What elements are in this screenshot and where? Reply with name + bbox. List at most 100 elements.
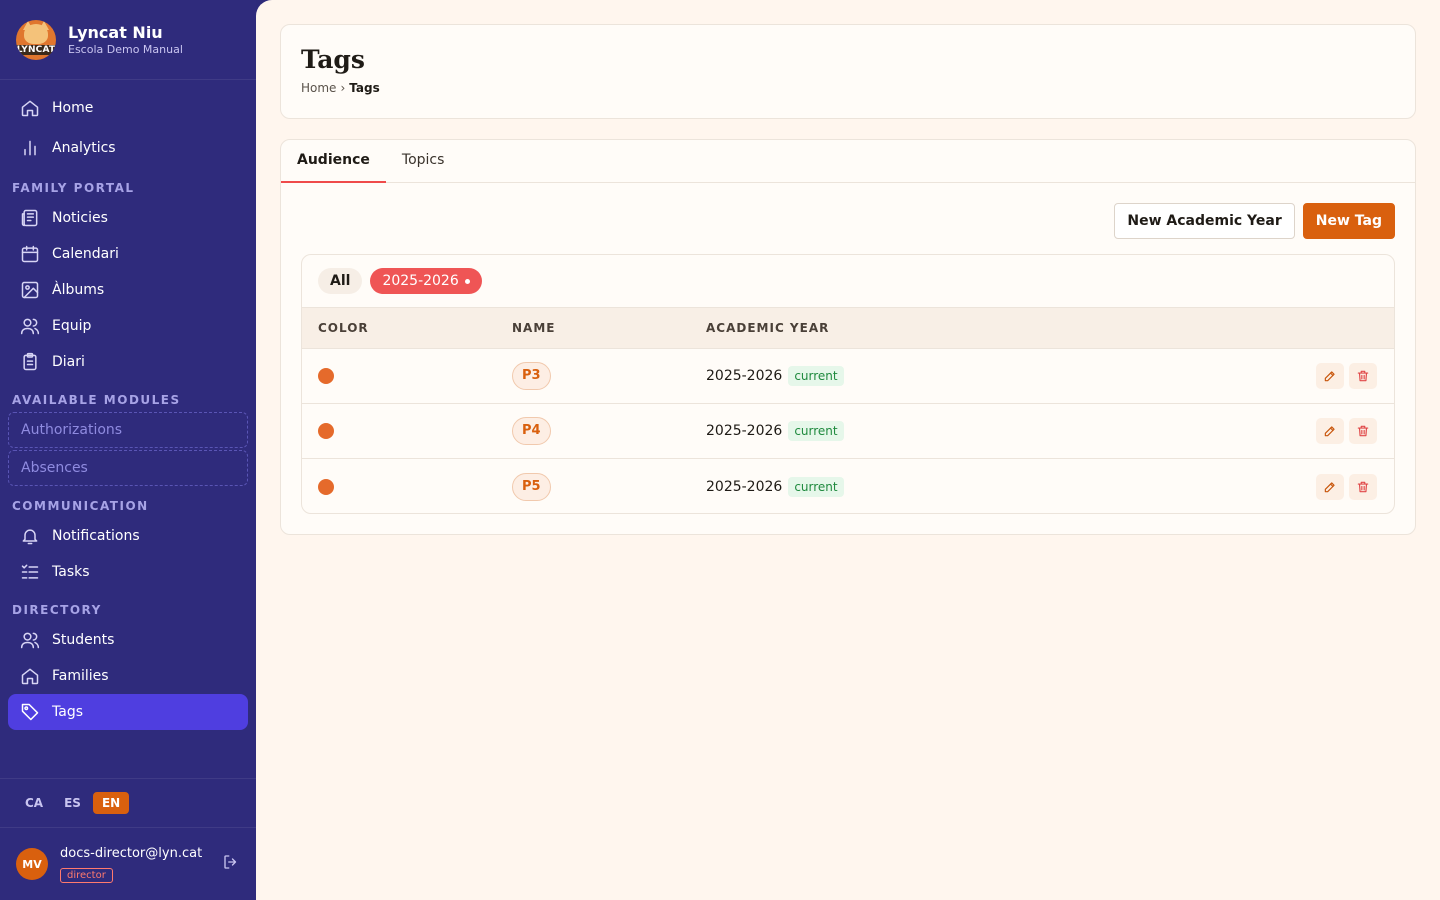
tags-table: All 2025-2026 COLOR NAME ACADEMIC YEAR P…: [301, 254, 1395, 514]
clipboard-icon: [23, 352, 37, 371]
bar-chart-icon: [24, 140, 36, 156]
bell-icon: [22, 529, 38, 545]
edit-button[interactable]: [1316, 363, 1344, 389]
edit-button[interactable]: [1316, 418, 1344, 444]
table-row: P5 2025-2026 current: [302, 459, 1394, 513]
filter-all-chip[interactable]: All: [318, 268, 363, 294]
filter-year-chip[interactable]: 2025-2026: [370, 268, 482, 294]
brand-subtitle: Escola Demo Manual: [68, 42, 183, 56]
sidebar-item-albums[interactable]: Àlbums: [8, 272, 248, 308]
calendar-icon: [21, 245, 39, 263]
active-dot-icon: [464, 278, 470, 284]
breadcrumb-home[interactable]: Home: [301, 81, 336, 95]
logout-button[interactable]: [222, 853, 240, 875]
user-panel: MV docs-director@lyn.cat director: [0, 828, 256, 900]
breadcrumb-current: Tags: [349, 81, 380, 95]
section-label-directory: DIRECTORY: [12, 603, 102, 617]
sidebar-item-label: Home: [52, 100, 94, 116]
filter-year-label: 2025-2026: [382, 273, 459, 289]
delete-button[interactable]: [1349, 418, 1377, 444]
sidebar-item-diari[interactable]: Diari: [8, 344, 248, 380]
home-icon: [21, 668, 39, 685]
users-icon: [20, 318, 40, 335]
sidebar-item-students[interactable]: Students: [8, 622, 248, 658]
table-row: P3 2025-2026 current: [302, 349, 1394, 404]
column-header-color: COLOR: [318, 321, 369, 335]
sidebar-item-noticies[interactable]: Noticies: [8, 200, 248, 236]
delete-button[interactable]: [1349, 363, 1377, 389]
lang-es[interactable]: ES: [55, 792, 90, 814]
role-badge: director: [60, 868, 113, 883]
sidebar-item-tags[interactable]: Tags: [8, 694, 248, 730]
current-badge: current: [788, 476, 844, 497]
module-absences[interactable]: Absences: [8, 450, 248, 486]
delete-button[interactable]: [1349, 473, 1377, 500]
home-icon: [21, 100, 39, 117]
sidebar-item-label: Tags: [52, 704, 83, 720]
current-badge: current: [788, 366, 844, 386]
sidebar-item-calendari[interactable]: Calendari: [8, 236, 248, 272]
brand[interactable]: LYNCAT Lyncat Niu Escola Demo Manual: [0, 0, 256, 80]
pencil-icon: [1324, 481, 1335, 492]
academic-year-value: 2025-2026: [706, 423, 783, 439]
table-header: COLOR NAME ACADEMIC YEAR: [302, 308, 1394, 349]
logout-icon: [224, 855, 237, 869]
sidebar-item-analytics[interactable]: Analytics: [8, 128, 248, 168]
table-row: P4 2025-2026 current: [302, 404, 1394, 459]
sidebar: LYNCAT Lyncat Niu Escola Demo Manual Hom…: [0, 0, 256, 900]
trash-icon: [1357, 425, 1369, 437]
tag-name-pill: P5: [512, 472, 551, 501]
tab-bar: Audience Topics: [281, 140, 1415, 183]
image-icon: [21, 281, 39, 299]
sidebar-nav: Home Analytics FAMILY PORTAL Noticies Ca…: [0, 80, 256, 730]
new-tag-button[interactable]: New Tag: [1302, 203, 1395, 239]
user-email: docs-director@lyn.cat: [60, 846, 203, 861]
users-icon: [20, 632, 40, 649]
tag-name-pill: P3: [512, 362, 551, 390]
academic-year-value: 2025-2026: [706, 478, 783, 495]
page-header: Tags Home › Tags: [280, 24, 1416, 119]
column-header-name: NAME: [512, 321, 556, 335]
checklist-icon: [21, 564, 39, 579]
sidebar-item-notifications[interactable]: Notifications: [8, 518, 248, 554]
sidebar-item-label: Equip: [52, 318, 92, 334]
sidebar-item-equip[interactable]: Equip: [8, 308, 248, 344]
module-authorizations[interactable]: Authorizations: [8, 412, 248, 448]
academic-year-value: 2025-2026: [706, 368, 783, 384]
trash-icon: [1357, 370, 1369, 382]
tag-icon: [21, 703, 39, 721]
sidebar-item-label: Students: [52, 632, 115, 648]
tab-audience[interactable]: Audience: [281, 140, 386, 183]
year-filter: All 2025-2026: [302, 255, 1394, 308]
section-label-family-portal: FAMILY PORTAL: [12, 181, 135, 195]
column-header-academic-year: ACADEMIC YEAR: [706, 321, 830, 335]
sidebar-item-families[interactable]: Families: [8, 658, 248, 694]
edit-button[interactable]: [1316, 473, 1344, 500]
pencil-icon: [1324, 426, 1335, 437]
sidebar-item-label: Notifications: [52, 528, 140, 544]
lang-ca[interactable]: CA: [16, 792, 52, 814]
new-academic-year-button[interactable]: New Academic Year: [1114, 203, 1295, 239]
sidebar-item-home[interactable]: Home: [8, 88, 248, 128]
lang-en[interactable]: EN: [92, 792, 130, 814]
lyncat-logo: LYNCAT: [16, 19, 56, 60]
pencil-icon: [1324, 371, 1335, 382]
trash-icon: [1357, 481, 1369, 492]
breadcrumb: Home › Tags: [301, 81, 1395, 95]
tab-topics[interactable]: Topics: [386, 140, 461, 183]
language-switcher: CA ES EN: [0, 778, 256, 828]
sidebar-item-tasks[interactable]: Tasks: [8, 554, 248, 590]
color-swatch: [318, 423, 334, 439]
main-content: Tags Home › Tags Audience Topics New Aca…: [256, 0, 1440, 900]
sidebar-item-label: Analytics: [52, 140, 116, 156]
tag-name-pill: P4: [512, 417, 551, 445]
page-title: Tags: [301, 45, 365, 74]
newspaper-icon: [21, 209, 38, 227]
current-badge: current: [788, 421, 844, 441]
brand-title: Lyncat Niu: [68, 22, 163, 42]
avatar[interactable]: MV: [16, 848, 48, 880]
sidebar-item-label: Diari: [52, 354, 85, 370]
color-swatch: [318, 368, 334, 384]
sidebar-item-label: Noticies: [52, 210, 108, 226]
color-swatch: [318, 478, 334, 495]
